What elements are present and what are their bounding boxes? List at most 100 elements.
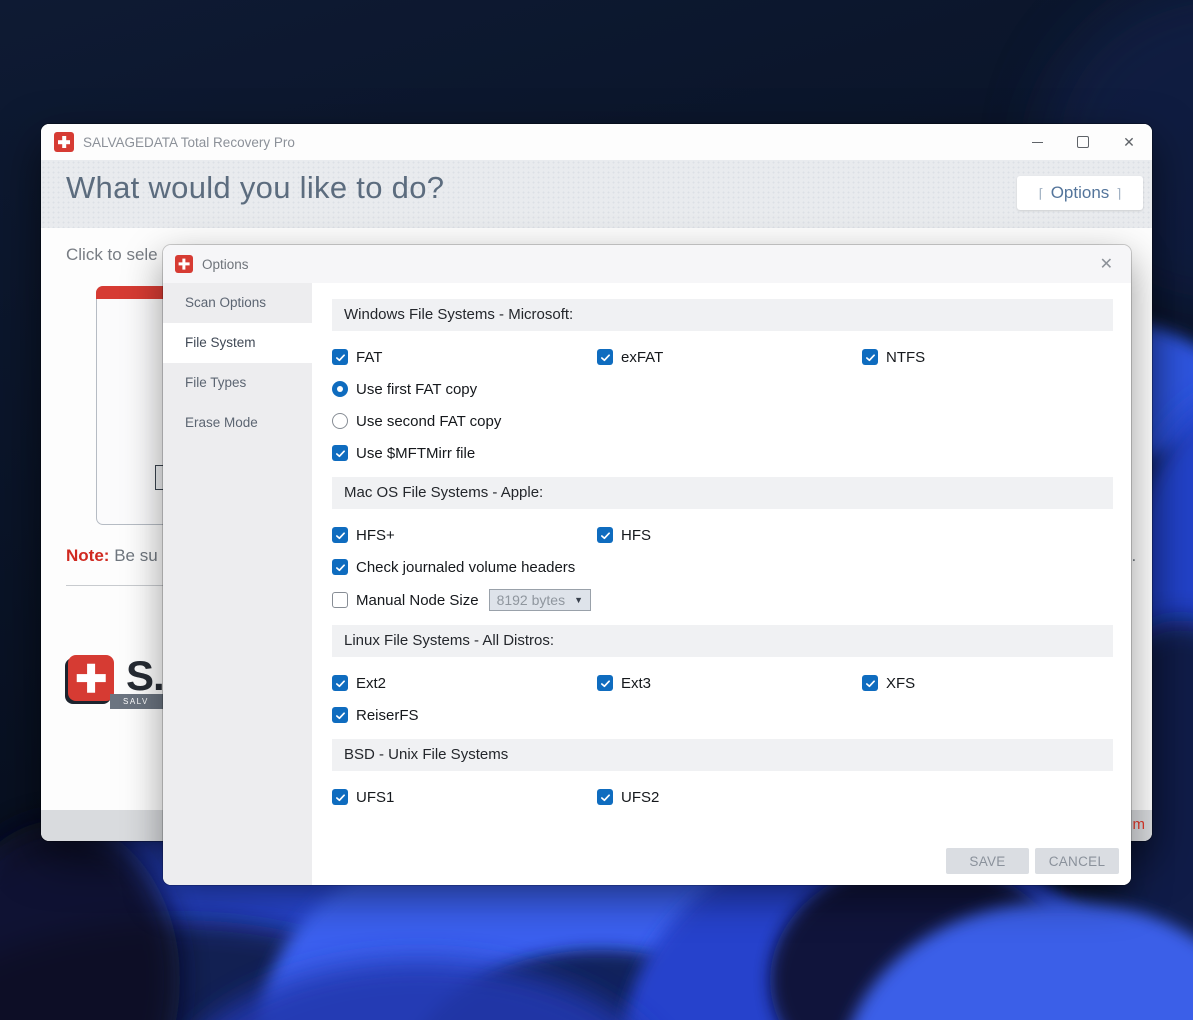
note-label: Note: xyxy=(66,546,110,565)
dialog-plus-icon xyxy=(175,255,193,273)
app-plus-icon xyxy=(54,132,74,152)
window-title: SALVAGEDATA Total Recovery Pro xyxy=(83,134,295,150)
option-label: Check journaled volume headers xyxy=(356,558,576,576)
dialog-content: Windows File Systems - Microsoft: FAT exFA… xyxy=(312,283,1131,885)
minimize-button[interactable] xyxy=(1014,124,1060,160)
option-label: UFS1 xyxy=(356,788,395,806)
option-row: Use first FAT copy xyxy=(332,379,1113,399)
note-text: Note: Be su xyxy=(66,546,158,566)
option-label: exFAT xyxy=(621,348,664,366)
checkbox-reiserfs[interactable]: ReiserFS xyxy=(332,707,597,724)
checkbox-icon xyxy=(332,349,348,365)
option-row: Check journaled volume headers xyxy=(332,557,1113,577)
checkbox-icon xyxy=(597,527,613,543)
radio-use-first-fat-copy[interactable]: Use first FAT copy xyxy=(332,381,477,398)
sidebar-item-file-system[interactable]: File System xyxy=(163,323,312,363)
main-titlebar: SALVAGEDATA Total Recovery Pro ✕ xyxy=(41,124,1152,160)
footer-link-fragment[interactable]: m xyxy=(1133,816,1146,833)
option-row: FAT exFAT NTFS xyxy=(332,347,1113,367)
chevron-down-icon: ▼ xyxy=(574,595,583,605)
checkbox-icon xyxy=(332,707,348,723)
checkbox-icon xyxy=(332,789,348,805)
checkbox-hfs[interactable]: HFS xyxy=(597,527,862,544)
maximize-icon xyxy=(1077,136,1089,148)
checkbox-fat[interactable]: FAT xyxy=(332,349,597,366)
node-size-value: 8192 bytes xyxy=(496,592,566,608)
option-row: Ext2 Ext3 XFS xyxy=(332,673,1113,693)
checkbox-icon xyxy=(597,789,613,805)
sidebar-item-erase-mode[interactable]: Erase Mode xyxy=(163,403,312,443)
dialog-close-icon[interactable]: ✕ xyxy=(1096,252,1117,276)
sidebar-item-scan-options[interactable]: Scan Options xyxy=(163,283,312,323)
option-label: FAT xyxy=(356,348,383,366)
option-label: UFS2 xyxy=(621,788,660,806)
option-label: Use first FAT copy xyxy=(356,380,478,398)
close-button[interactable]: ✕ xyxy=(1106,124,1152,160)
bracket-right-icon: ⌉ xyxy=(1116,185,1122,201)
checkbox-xfs[interactable]: XFS xyxy=(862,675,1127,692)
checkbox-ufs1[interactable]: UFS1 xyxy=(332,789,597,806)
radio-use-second-fat-copy[interactable]: Use second FAT copy xyxy=(332,413,501,430)
node-size-select[interactable]: 8192 bytes ▼ xyxy=(488,589,591,611)
options-button-label: Options xyxy=(1050,183,1110,202)
section-header-windows-file-systems-microsoft: Windows File Systems - Microsoft: xyxy=(332,299,1113,331)
section-header-linux-file-systems-all-distros: Linux File Systems - All Distros: xyxy=(332,625,1113,657)
logo-wordmark-fragment: S. xyxy=(126,652,165,699)
option-row: UFS1 UFS2 xyxy=(332,787,1113,807)
option-label: ReiserFS xyxy=(356,706,419,724)
main-header: What would you like to do? ⌈ Options ⌉ xyxy=(41,160,1152,228)
sidebar-item-file-types[interactable]: File Types xyxy=(163,363,312,403)
option-label: Ext2 xyxy=(356,674,387,692)
checkbox-icon xyxy=(332,675,348,691)
checkbox-icon xyxy=(597,675,613,691)
checkbox-ntfs[interactable]: NTFS xyxy=(862,349,1127,366)
option-label: HFS xyxy=(621,526,651,544)
option-label: NTFS xyxy=(886,348,926,366)
checkbox-check-journaled-volume-headers[interactable]: Check journaled volume headers xyxy=(332,559,575,576)
options-button[interactable]: ⌈ Options ⌉ xyxy=(1017,176,1143,210)
option-row: Use second FAT copy xyxy=(332,411,1113,431)
page-title: What would you like to do? xyxy=(66,170,445,205)
option-label: XFS xyxy=(886,674,916,692)
dialog-title: Options xyxy=(202,256,249,272)
option-label: Ext3 xyxy=(621,674,652,692)
radio-icon xyxy=(332,381,348,397)
checkbox-icon xyxy=(862,675,878,691)
section-header-bsd-unix-file-systems: BSD - Unix File Systems xyxy=(332,739,1113,771)
window-controls: ✕ xyxy=(1014,124,1152,160)
checkbox-ext2[interactable]: Ext2 xyxy=(332,675,597,692)
checkbox-use-mftmirr-file[interactable]: Use $MFTMirr file xyxy=(332,445,475,462)
minimize-icon xyxy=(1031,141,1043,143)
checkbox-ufs2[interactable]: UFS2 xyxy=(597,789,862,806)
checkbox-manual-node-size[interactable]: Manual Node Size xyxy=(332,592,479,609)
radio-icon xyxy=(332,413,348,429)
close-icon: ✕ xyxy=(1123,134,1135,150)
dialog-buttons: SAVE CANCEL xyxy=(946,848,1119,874)
checkbox-hfs[interactable]: HFS+ xyxy=(332,527,597,544)
maximize-button[interactable] xyxy=(1060,124,1106,160)
bracket-left-icon: ⌈ xyxy=(1038,185,1044,201)
checkbox-icon xyxy=(862,349,878,365)
save-button[interactable]: SAVE xyxy=(946,848,1029,874)
checkbox-ext3[interactable]: Ext3 xyxy=(597,675,862,692)
checkbox-icon xyxy=(597,349,613,365)
select-instruction-text: Click to sele xyxy=(66,245,158,264)
option-label: Use $MFTMirr file xyxy=(356,444,476,462)
checkbox-icon xyxy=(332,527,348,543)
checkbox-icon xyxy=(332,592,348,608)
options-dialog: Options ✕ Scan Options File System File Ty… xyxy=(163,245,1131,885)
option-row: ReiserFS xyxy=(332,705,1113,725)
option-row: HFS+ HFS xyxy=(332,525,1113,545)
cancel-button[interactable]: CANCEL xyxy=(1035,848,1119,874)
checkbox-icon xyxy=(332,445,348,461)
checkbox-exfat[interactable]: exFAT xyxy=(597,349,862,366)
option-row: Use $MFTMirr file xyxy=(332,443,1113,463)
checkbox-icon xyxy=(332,559,348,575)
option-label: HFS+ xyxy=(356,526,395,544)
dialog-sidebar: Scan Options File System File Types Erase M… xyxy=(163,283,312,885)
note-body-fragment: Be su xyxy=(114,546,158,565)
dialog-titlebar: Options ✕ xyxy=(163,245,1131,283)
option-label: Manual Node Size xyxy=(356,591,479,609)
salvagedata-logo-icon xyxy=(68,655,114,701)
section-header-mac-os-file-systems-apple: Mac OS File Systems - Apple: xyxy=(332,477,1113,509)
